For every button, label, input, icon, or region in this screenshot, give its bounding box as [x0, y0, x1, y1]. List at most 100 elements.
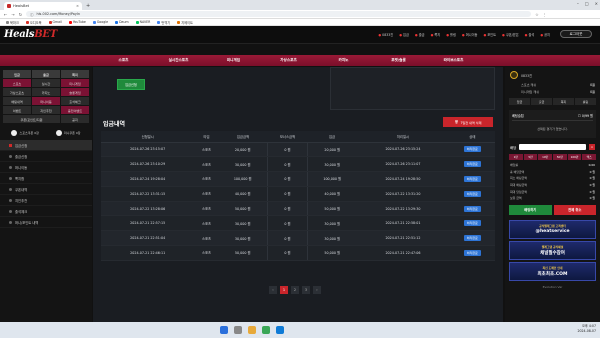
menu-icon[interactable]: ⋮ [543, 12, 547, 17]
page-button[interactable]: 1 [280, 286, 288, 294]
mypage-menu-item[interactable]: 출석체크 [0, 206, 92, 217]
page-button[interactable]: 3 [302, 286, 310, 294]
close-window-icon[interactable]: × [595, 1, 598, 6]
coupon-item[interactable]: 스포츠쿠폰 0장 [11, 130, 39, 136]
user-tab[interactable]: 쪽지 [553, 98, 574, 105]
new-tab-button[interactable]: + [86, 2, 90, 10]
quick-grid-item[interactable]: 머니이동 [32, 97, 60, 105]
quick-grid-item[interactable]: 충전이벤트 [61, 106, 89, 114]
quick-grid-item[interactable]: 스포츠 [3, 79, 31, 87]
status-badge[interactable]: 처리완료 [463, 190, 481, 197]
amount-button[interactable]: 50만 [553, 154, 567, 160]
quick-grid-item[interactable]: 공지 [61, 115, 89, 123]
quick-grid-item[interactable]: 실시간 [32, 79, 60, 87]
bookmark-item[interactable]: Gmail [48, 20, 62, 24]
main-menu-item[interactable]: 카지노 [316, 58, 371, 63]
bookmark-item[interactable]: YouTube [68, 20, 86, 24]
mypage-menu-item[interactable]: 입금신청 [0, 140, 92, 151]
amount-button[interactable]: 100만 [567, 154, 582, 160]
top-link[interactable]: ●0833진 [378, 32, 393, 37]
mypage-menu-item[interactable]: 쿠폰내역 [0, 184, 92, 195]
promo-banner[interactable]: 최신 도메인 안내 최초최초.COM [509, 261, 596, 281]
start-icon[interactable] [220, 326, 228, 334]
amount-button[interactable]: 5만 [523, 154, 538, 160]
amount-button[interactable]: 1만 [509, 154, 523, 160]
cancel-all-button[interactable]: 전체 취소 [553, 204, 596, 215]
quick-grid-item[interactable]: 출금 [32, 70, 60, 78]
quick-grid-item[interactable]: 입금 [3, 70, 31, 78]
mypage-menu-item[interactable]: 쪽지함 [0, 173, 92, 184]
bookmark-item[interactable]: 지메이트 [177, 20, 193, 25]
promo-banner[interactable]: 텔레그램 공식채널 채널필수참여 [509, 240, 596, 260]
user-tab[interactable]: 출금 [531, 98, 552, 105]
main-menu-item[interactable]: 스포츠 [96, 58, 151, 63]
site-info-icon[interactable]: ⓘ [30, 12, 33, 17]
chrome-icon[interactable] [262, 326, 270, 334]
maximize-icon[interactable]: □ [585, 1, 589, 6]
page-button[interactable]: 2 [291, 286, 299, 294]
amount-button[interactable]: 10만 [538, 154, 553, 160]
quick-grid-item[interactable]: 이벤트 [3, 106, 31, 114]
search-icon[interactable] [234, 326, 242, 334]
star-icon[interactable]: ☆ [535, 12, 539, 17]
top-link[interactable]: ●쪽지 [431, 32, 441, 37]
coupon-item[interactable]: 미니쿠폰 0장 [55, 130, 81, 136]
minimize-icon[interactable]: – [577, 1, 579, 6]
bookmark-item[interactable]: Google [92, 20, 108, 24]
bookmark-item[interactable]: Daum [115, 20, 129, 24]
mypage-menu-item[interactable]: 지인추천 [0, 195, 92, 206]
page-button[interactable]: ‹ [269, 286, 277, 294]
quick-grid-item[interactable]: 카지노 [32, 88, 60, 96]
quick-grid-item[interactable]: 쿠폰/포인트/지원 [3, 115, 60, 123]
bet-amount-input[interactable] [519, 144, 586, 150]
quick-grid-item[interactable]: 슬롯게임 [61, 88, 89, 96]
browser-tab[interactable]: HealsBet × [4, 2, 82, 10]
top-link[interactable]: ●포인트 [483, 32, 496, 37]
quick-grid-item[interactable]: 지인추천 [32, 106, 60, 114]
delete-history-button[interactable]: 🗑 7일전 내역 삭제 [443, 117, 493, 127]
mypage-menu-item[interactable]: 출금신청 [0, 151, 92, 162]
top-link[interactable]: ●머니이동 [462, 32, 478, 37]
place-bet-button[interactable]: 배팅하기 [509, 204, 552, 215]
site-logo[interactable]: HealsBET [4, 29, 57, 40]
charge-request-button[interactable]: 입금신청 [117, 79, 145, 90]
close-tab-icon[interactable]: × [76, 4, 79, 8]
status-badge[interactable]: 처리완료 [463, 220, 481, 227]
status-badge[interactable]: 처리완료 [463, 235, 481, 242]
top-link[interactable]: ●공지 [540, 32, 550, 37]
quick-grid-item[interactable]: 쪽지 [61, 70, 89, 78]
url-field[interactable]: ⓘ hls-002.com/Money/PayIn [26, 11, 532, 17]
bookmark-item[interactable]: NAVER [135, 20, 150, 24]
status-badge[interactable]: 처리완료 [463, 249, 481, 256]
quick-grid-item[interactable]: 출석체크 [61, 97, 89, 105]
promo-banner[interactable]: 공식텔레그램 고객센터 @heatservice [509, 219, 596, 239]
folder-icon[interactable] [248, 326, 256, 334]
bookmark-item[interactable]: 북마크 [6, 20, 19, 25]
forward-icon[interactable]: → [11, 12, 14, 17]
status-badge[interactable]: 처리완료 [463, 175, 481, 182]
user-tab[interactable]: 롤링 [575, 98, 596, 105]
top-link[interactable]: ●쿠폰/받은 [502, 32, 519, 37]
back-icon[interactable]: ← [4, 12, 7, 17]
quick-grid-item[interactable]: 가상스포츠 [3, 88, 31, 96]
mypage-menu-item[interactable]: 머니/포인트 내역 [0, 217, 92, 228]
amount-button[interactable]: 맥스 [582, 154, 597, 160]
main-menu-item[interactable]: 라이브스포츠 [426, 58, 481, 63]
top-link[interactable]: ●출석 [525, 32, 535, 37]
bookmark-item[interactable]: 번역기 [157, 20, 170, 25]
main-menu-item[interactable]: 미니게임 [206, 58, 261, 63]
bookmark-item[interactable]: 오디오북 [25, 20, 42, 25]
logout-button[interactable]: 로그아웃 [560, 30, 592, 38]
quick-grid-item[interactable]: 미니게임 [61, 79, 89, 87]
top-link[interactable]: ●롤링 [446, 32, 456, 37]
edge-icon[interactable] [276, 326, 284, 334]
status-badge[interactable]: 처리완료 [463, 161, 481, 168]
reload-icon[interactable]: ↻ [19, 12, 22, 17]
page-button[interactable]: › [313, 286, 321, 294]
status-badge[interactable]: 처리완료 [463, 146, 481, 153]
quick-grid-item[interactable]: 배팅내역 [3, 97, 31, 105]
main-menu-item[interactable]: 실시간스포츠 [151, 58, 206, 63]
user-tab[interactable]: 입금 [509, 98, 530, 105]
main-menu-item[interactable]: 포켓/슬롯 [371, 58, 426, 63]
status-badge[interactable]: 처리완료 [463, 205, 481, 212]
